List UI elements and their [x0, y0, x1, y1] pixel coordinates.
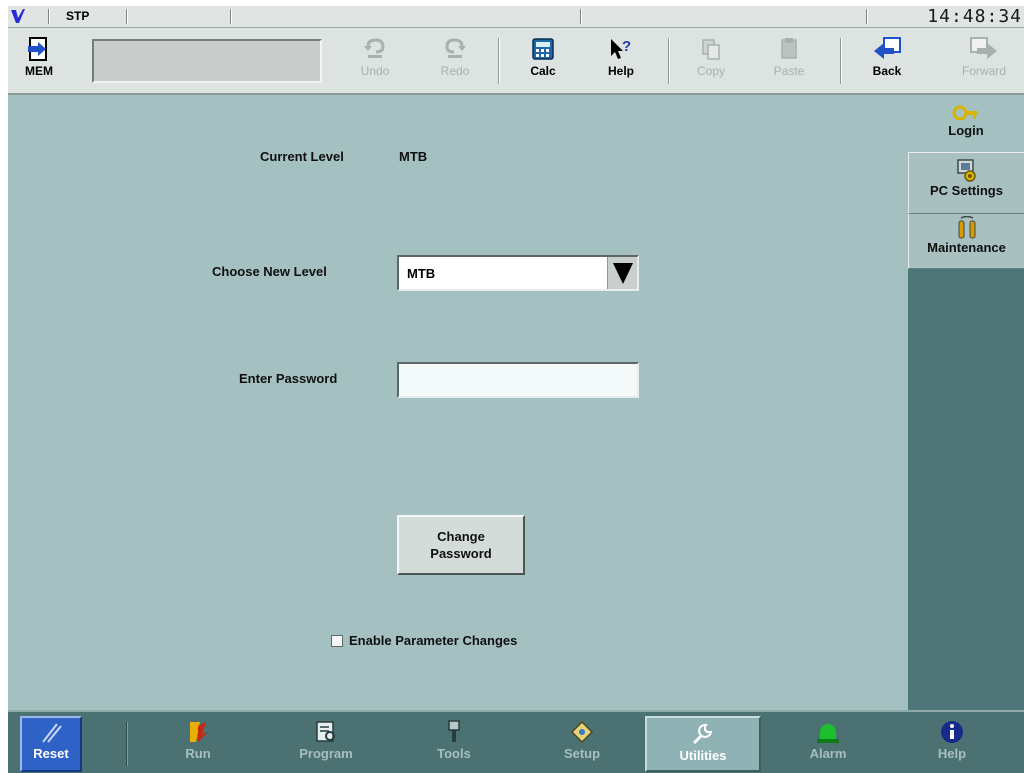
help-bottom-button[interactable]: Help — [896, 716, 1008, 772]
tab-pc-settings[interactable]: PC Settings — [908, 152, 1024, 214]
forward-button[interactable]: Forward — [948, 34, 1020, 88]
status-divider — [126, 9, 128, 24]
alarm-light-icon — [817, 724, 839, 743]
brand-logo-icon — [11, 9, 25, 23]
help-cursor-icon: ? — [611, 38, 631, 59]
tools-button[interactable]: Tools — [398, 716, 510, 772]
pc-settings-icon — [956, 159, 976, 182]
mem-label: MEM — [25, 64, 53, 78]
bottom-mode-bar: Reset Run Program Tools Setup Utilities … — [8, 710, 1024, 773]
tab-login-label: Login — [948, 123, 984, 138]
run-label: Run — [185, 746, 211, 761]
mem-button[interactable]: MEM — [12, 34, 66, 88]
password-input[interactable] — [397, 362, 639, 398]
dropdown-arrow-icon[interactable] — [607, 257, 637, 289]
utilities-button[interactable]: Utilities — [645, 716, 761, 772]
current-level-label: Current Level — [260, 149, 344, 164]
status-divider — [866, 9, 868, 24]
reset-button[interactable]: Reset — [20, 716, 82, 772]
tab-pc-settings-label: PC Settings — [930, 183, 1003, 198]
enable-parameter-label: Enable Parameter Changes — [349, 633, 518, 648]
side-tab-panel: Login PC Settings Maintenance — [908, 97, 1024, 710]
utilities-label: Utilities — [679, 748, 727, 763]
copy-icon — [702, 39, 720, 60]
undo-icon — [364, 38, 385, 58]
forward-arrow-icon — [970, 37, 997, 59]
back-button[interactable]: Back — [858, 34, 916, 88]
toolbar: MEM Undo Redo Calc ? Help Copy Paste Bac… — [8, 28, 1024, 95]
tab-login[interactable]: Login — [908, 97, 1024, 152]
mem-display-field[interactable] — [92, 39, 322, 83]
svg-text:?: ? — [622, 38, 631, 55]
status-divider — [230, 9, 232, 24]
back-arrow-icon — [874, 37, 901, 59]
paste-label: Paste — [773, 64, 805, 78]
choose-level-label: Choose New Level — [212, 264, 327, 279]
run-icon — [190, 722, 208, 742]
tab-maintenance-label: Maintenance — [927, 240, 1006, 255]
paste-icon — [781, 38, 797, 59]
bottom-divider — [126, 722, 128, 766]
level-select-value: MTB — [407, 266, 436, 281]
forward-label: Forward — [961, 64, 1006, 78]
level-select[interactable]: MTB — [397, 255, 639, 291]
memory-icon — [28, 37, 47, 61]
copy-button[interactable]: Copy — [682, 34, 740, 88]
machine-mode: STP — [66, 9, 90, 23]
help-bottom-label: Help — [937, 746, 967, 761]
change-password-button[interactable]: Change Password — [397, 515, 525, 575]
program-label: Program — [299, 746, 353, 761]
redo-label: Redo — [440, 64, 470, 78]
calculator-icon — [532, 38, 554, 60]
toolbar-divider — [498, 38, 500, 84]
calc-button[interactable]: Calc — [514, 34, 572, 88]
help-button[interactable]: ? Help — [592, 34, 650, 88]
toolbar-divider — [668, 38, 670, 84]
current-level-value: MTB — [399, 149, 428, 164]
alarm-label: Alarm — [809, 746, 847, 761]
undo-button[interactable]: Undo — [346, 34, 404, 88]
undo-label: Undo — [360, 64, 390, 78]
back-label: Back — [872, 64, 902, 78]
redo-icon — [445, 38, 466, 58]
paste-button[interactable]: Paste — [760, 34, 818, 88]
status-divider — [580, 9, 582, 24]
wrench-icon — [692, 723, 713, 745]
tools-label: Tools — [437, 746, 471, 761]
calc-label: Calc — [530, 64, 556, 78]
reset-icon — [42, 723, 62, 743]
toolbar-divider — [840, 38, 842, 84]
clock: 14:48:34 — [927, 6, 1022, 27]
alarm-button[interactable]: Alarm — [772, 716, 884, 772]
setup-icon — [570, 720, 594, 744]
key-icon — [952, 105, 978, 121]
help-label: Help — [607, 64, 634, 78]
change-password-label-line1: Change — [437, 529, 485, 544]
program-icon — [316, 721, 335, 742]
info-icon — [941, 721, 963, 743]
run-button[interactable]: Run — [142, 716, 254, 772]
redo-button[interactable]: Redo — [426, 34, 484, 88]
program-button[interactable]: Program — [270, 716, 382, 772]
maintenance-icon — [958, 216, 975, 239]
copy-label: Copy — [696, 64, 725, 78]
setup-label: Setup — [563, 746, 601, 761]
app-screen: STP 14:48:34 MEM Undo Redo Calc ? Help C… — [8, 6, 1024, 773]
enable-parameter-checkbox[interactable] — [331, 635, 343, 647]
setup-button[interactable]: Setup — [526, 716, 638, 772]
change-password-label-line2: Password — [430, 546, 492, 561]
status-bar: STP 14:48:34 — [8, 6, 1024, 28]
tab-maintenance[interactable]: Maintenance — [908, 214, 1024, 269]
login-form-panel: Current Level MTB Choose New Level MTB E… — [8, 97, 908, 710]
password-label: Enter Password — [239, 371, 338, 386]
reset-label: Reset — [33, 746, 69, 761]
tools-icon — [448, 720, 460, 742]
status-divider — [48, 9, 50, 24]
